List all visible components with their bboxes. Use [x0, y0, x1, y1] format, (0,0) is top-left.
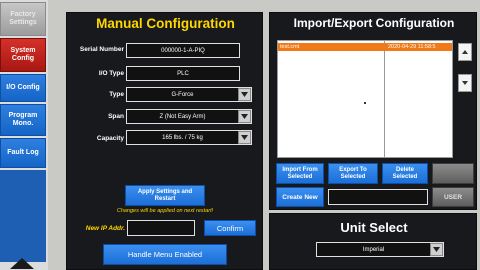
chevron-down-icon	[462, 81, 468, 85]
chevron-up-icon	[462, 50, 468, 54]
file-name: test.cmt	[280, 44, 300, 50]
type-select[interactable]: G-Force	[126, 87, 252, 102]
import-from-selected-button[interactable]: Import From Selected	[276, 163, 324, 184]
sidebar-item-label: System Config	[10, 47, 36, 62]
sidebar-item-label: Program Mono.	[8, 112, 38, 127]
sidebar-item-factory-settings[interactable]: Factory Settings	[0, 2, 46, 36]
disabled-action-button[interactable]	[432, 163, 474, 184]
sidebar-item-label: Fault Log	[7, 149, 39, 156]
sidebar-item-label: Factory Settings	[9, 11, 37, 26]
sidebar-item-system-config[interactable]: System Config	[0, 38, 46, 72]
span-select-value: Z (Not Easy Arm)	[159, 113, 206, 120]
capacity-label: Capacity	[96, 135, 124, 142]
list-column-divider	[384, 41, 385, 157]
unit-select-panel: Unit Select Imperial	[269, 213, 477, 270]
serial-number-label: Serial Number	[79, 46, 124, 53]
span-label: Span	[108, 113, 124, 120]
manual-configuration-panel: Manual Configuration Serial Number 00000…	[66, 12, 263, 270]
sidebar-item-io-config[interactable]: I/O Config	[0, 74, 46, 102]
new-ip-input[interactable]	[127, 220, 195, 236]
restart-notice: Changes will be applied on next restart!	[116, 208, 214, 214]
sidebar-item-label: I/O Config	[6, 84, 40, 91]
type-select-value: G-Force	[171, 91, 194, 98]
apply-settings-button[interactable]: Apply Settings and Restart	[125, 185, 205, 206]
manual-configuration-title: Manual Configuration	[96, 16, 235, 31]
create-new-button[interactable]: Create New	[276, 187, 324, 207]
io-type-field[interactable]: PLC	[126, 66, 240, 81]
confirm-button[interactable]: Confirm	[204, 220, 256, 236]
export-to-selected-button[interactable]: Export To Selected	[328, 163, 378, 184]
chevron-down-icon[interactable]	[430, 243, 443, 256]
sidebar-nav: Factory Settings System Config I/O Confi…	[0, 0, 48, 270]
scroll-down-button[interactable]	[458, 74, 472, 92]
type-label: Type	[109, 91, 124, 98]
new-ip-label: New IP Addr.	[85, 225, 125, 232]
sidebar-item-fault-log[interactable]: Fault Log	[0, 138, 46, 168]
delete-selected-button[interactable]: Delete Selected	[382, 163, 428, 184]
sidebar-item-program-mono[interactable]: Program Mono.	[0, 104, 46, 136]
unit-select-title: Unit Select	[340, 220, 408, 235]
new-file-name-input[interactable]	[328, 189, 428, 205]
import-export-panel: Import/Export Configuration test.cmt 202…	[269, 12, 477, 210]
chevron-down-icon[interactable]	[238, 110, 251, 123]
up-arrow-icon[interactable]	[8, 256, 36, 270]
import-export-title: Import/Export Configuration	[293, 16, 455, 30]
unit-select-value: Imperial	[362, 246, 385, 253]
span-select[interactable]: Z (Not Easy Arm)	[126, 109, 252, 124]
capacity-select-value: 165 lbs. / 75 kg	[162, 134, 203, 141]
config-file-list[interactable]: test.cmt 2020-04-29 11:58:5	[277, 40, 453, 158]
user-button[interactable]: USER	[432, 187, 474, 207]
scroll-up-button[interactable]	[458, 43, 472, 61]
cursor-dot	[364, 102, 366, 104]
serial-number-field[interactable]: 000000-1-A-PIQ	[126, 43, 240, 58]
file-date: 2020-04-29 11:58:5	[388, 44, 436, 50]
handle-menu-toggle[interactable]: Handle Menu Enabled	[103, 244, 227, 265]
chevron-down-icon[interactable]	[238, 88, 251, 101]
io-type-label: I/O Type	[98, 70, 124, 77]
unit-select-dropdown[interactable]: Imperial	[316, 242, 444, 257]
list-item-selected[interactable]: test.cmt 2020-04-29 11:58:5	[278, 43, 452, 51]
chevron-down-icon[interactable]	[238, 131, 251, 144]
sidebar-filler	[0, 170, 46, 262]
capacity-select[interactable]: 165 lbs. / 75 kg	[126, 130, 252, 145]
